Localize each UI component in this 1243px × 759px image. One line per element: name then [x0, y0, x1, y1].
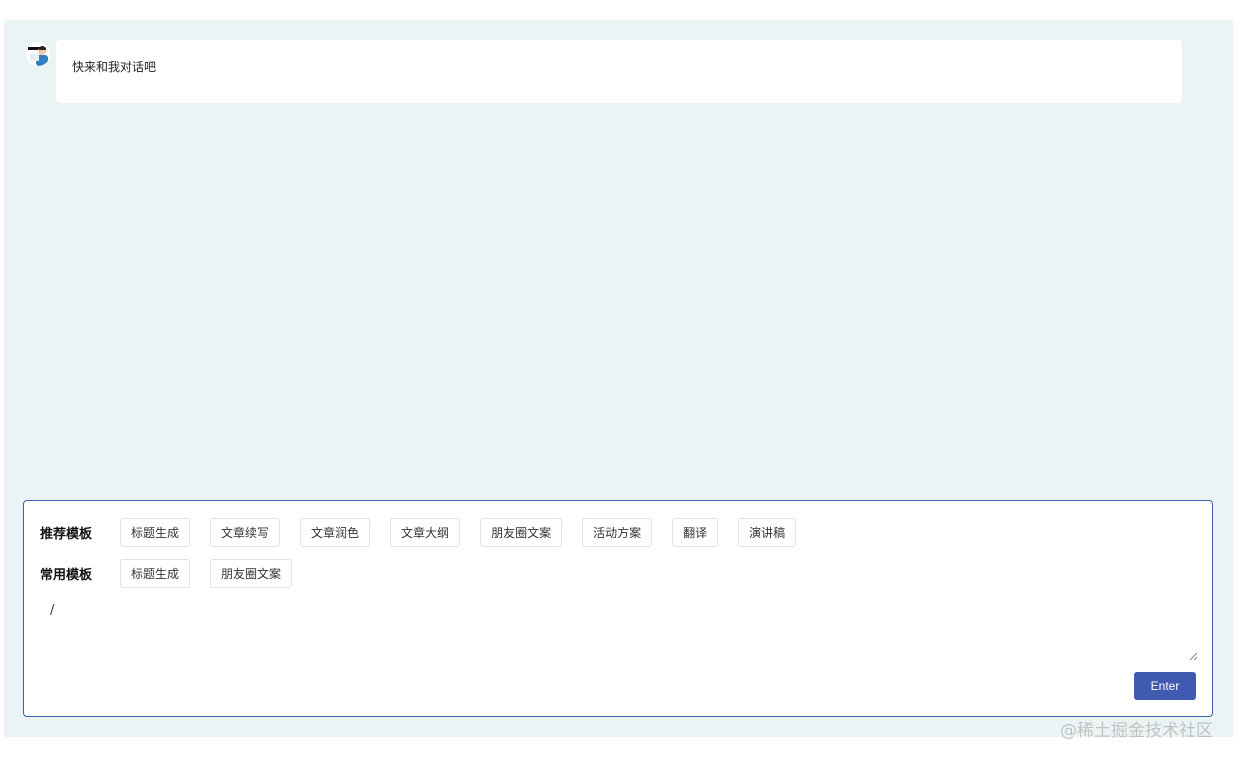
common-chip-moments-copy[interactable]: 朋友圈文案	[210, 558, 293, 588]
common-templates-row: 常用模板 标题生成 朋友圈文案	[40, 558, 312, 588]
common-chip-title-generation[interactable]: 标题生成	[120, 558, 191, 588]
input-panel: 推荐模板 标题生成 文章续写 文章润色 文章大纲 朋友圈文案 活动方案 翻译 演…	[23, 500, 1213, 717]
avatar-icon	[26, 42, 50, 66]
template-chip-event-plan[interactable]: 活动方案	[582, 517, 653, 547]
chat-app: 快来和我对话吧 推荐模板 标题生成 文章续写 文章润色 文章大纲 朋友圈文案 活…	[4, 20, 1233, 737]
common-templates-label: 常用模板	[40, 567, 93, 583]
template-chip-moments-copy[interactable]: 朋友圈文案	[480, 517, 563, 547]
template-chip-article-polish[interactable]: 文章润色	[300, 517, 371, 547]
resize-handle-icon[interactable]	[1189, 652, 1198, 661]
template-chip-translate[interactable]: 翻译	[672, 517, 719, 547]
enter-button[interactable]: Enter	[1134, 672, 1196, 700]
watermark: @稀土掘金技术社区	[1060, 721, 1213, 741]
bot-avatar	[26, 42, 50, 66]
recommended-templates-label: 推荐模板	[40, 526, 93, 542]
message-input[interactable]: /	[40, 597, 1196, 663]
template-chip-article-outline[interactable]: 文章大纲	[390, 517, 461, 547]
template-chip-article-continuation[interactable]: 文章续写	[210, 517, 281, 547]
bot-message-text: 快来和我对话吧	[72, 60, 157, 74]
template-chip-title-generation[interactable]: 标题生成	[120, 517, 191, 547]
recommended-templates-row: 推荐模板 标题生成 文章续写 文章润色 文章大纲 朋友圈文案 活动方案 翻译 演…	[40, 517, 816, 547]
template-chip-speech[interactable]: 演讲稿	[738, 517, 797, 547]
bot-message-bubble: 快来和我对话吧	[56, 40, 1182, 103]
